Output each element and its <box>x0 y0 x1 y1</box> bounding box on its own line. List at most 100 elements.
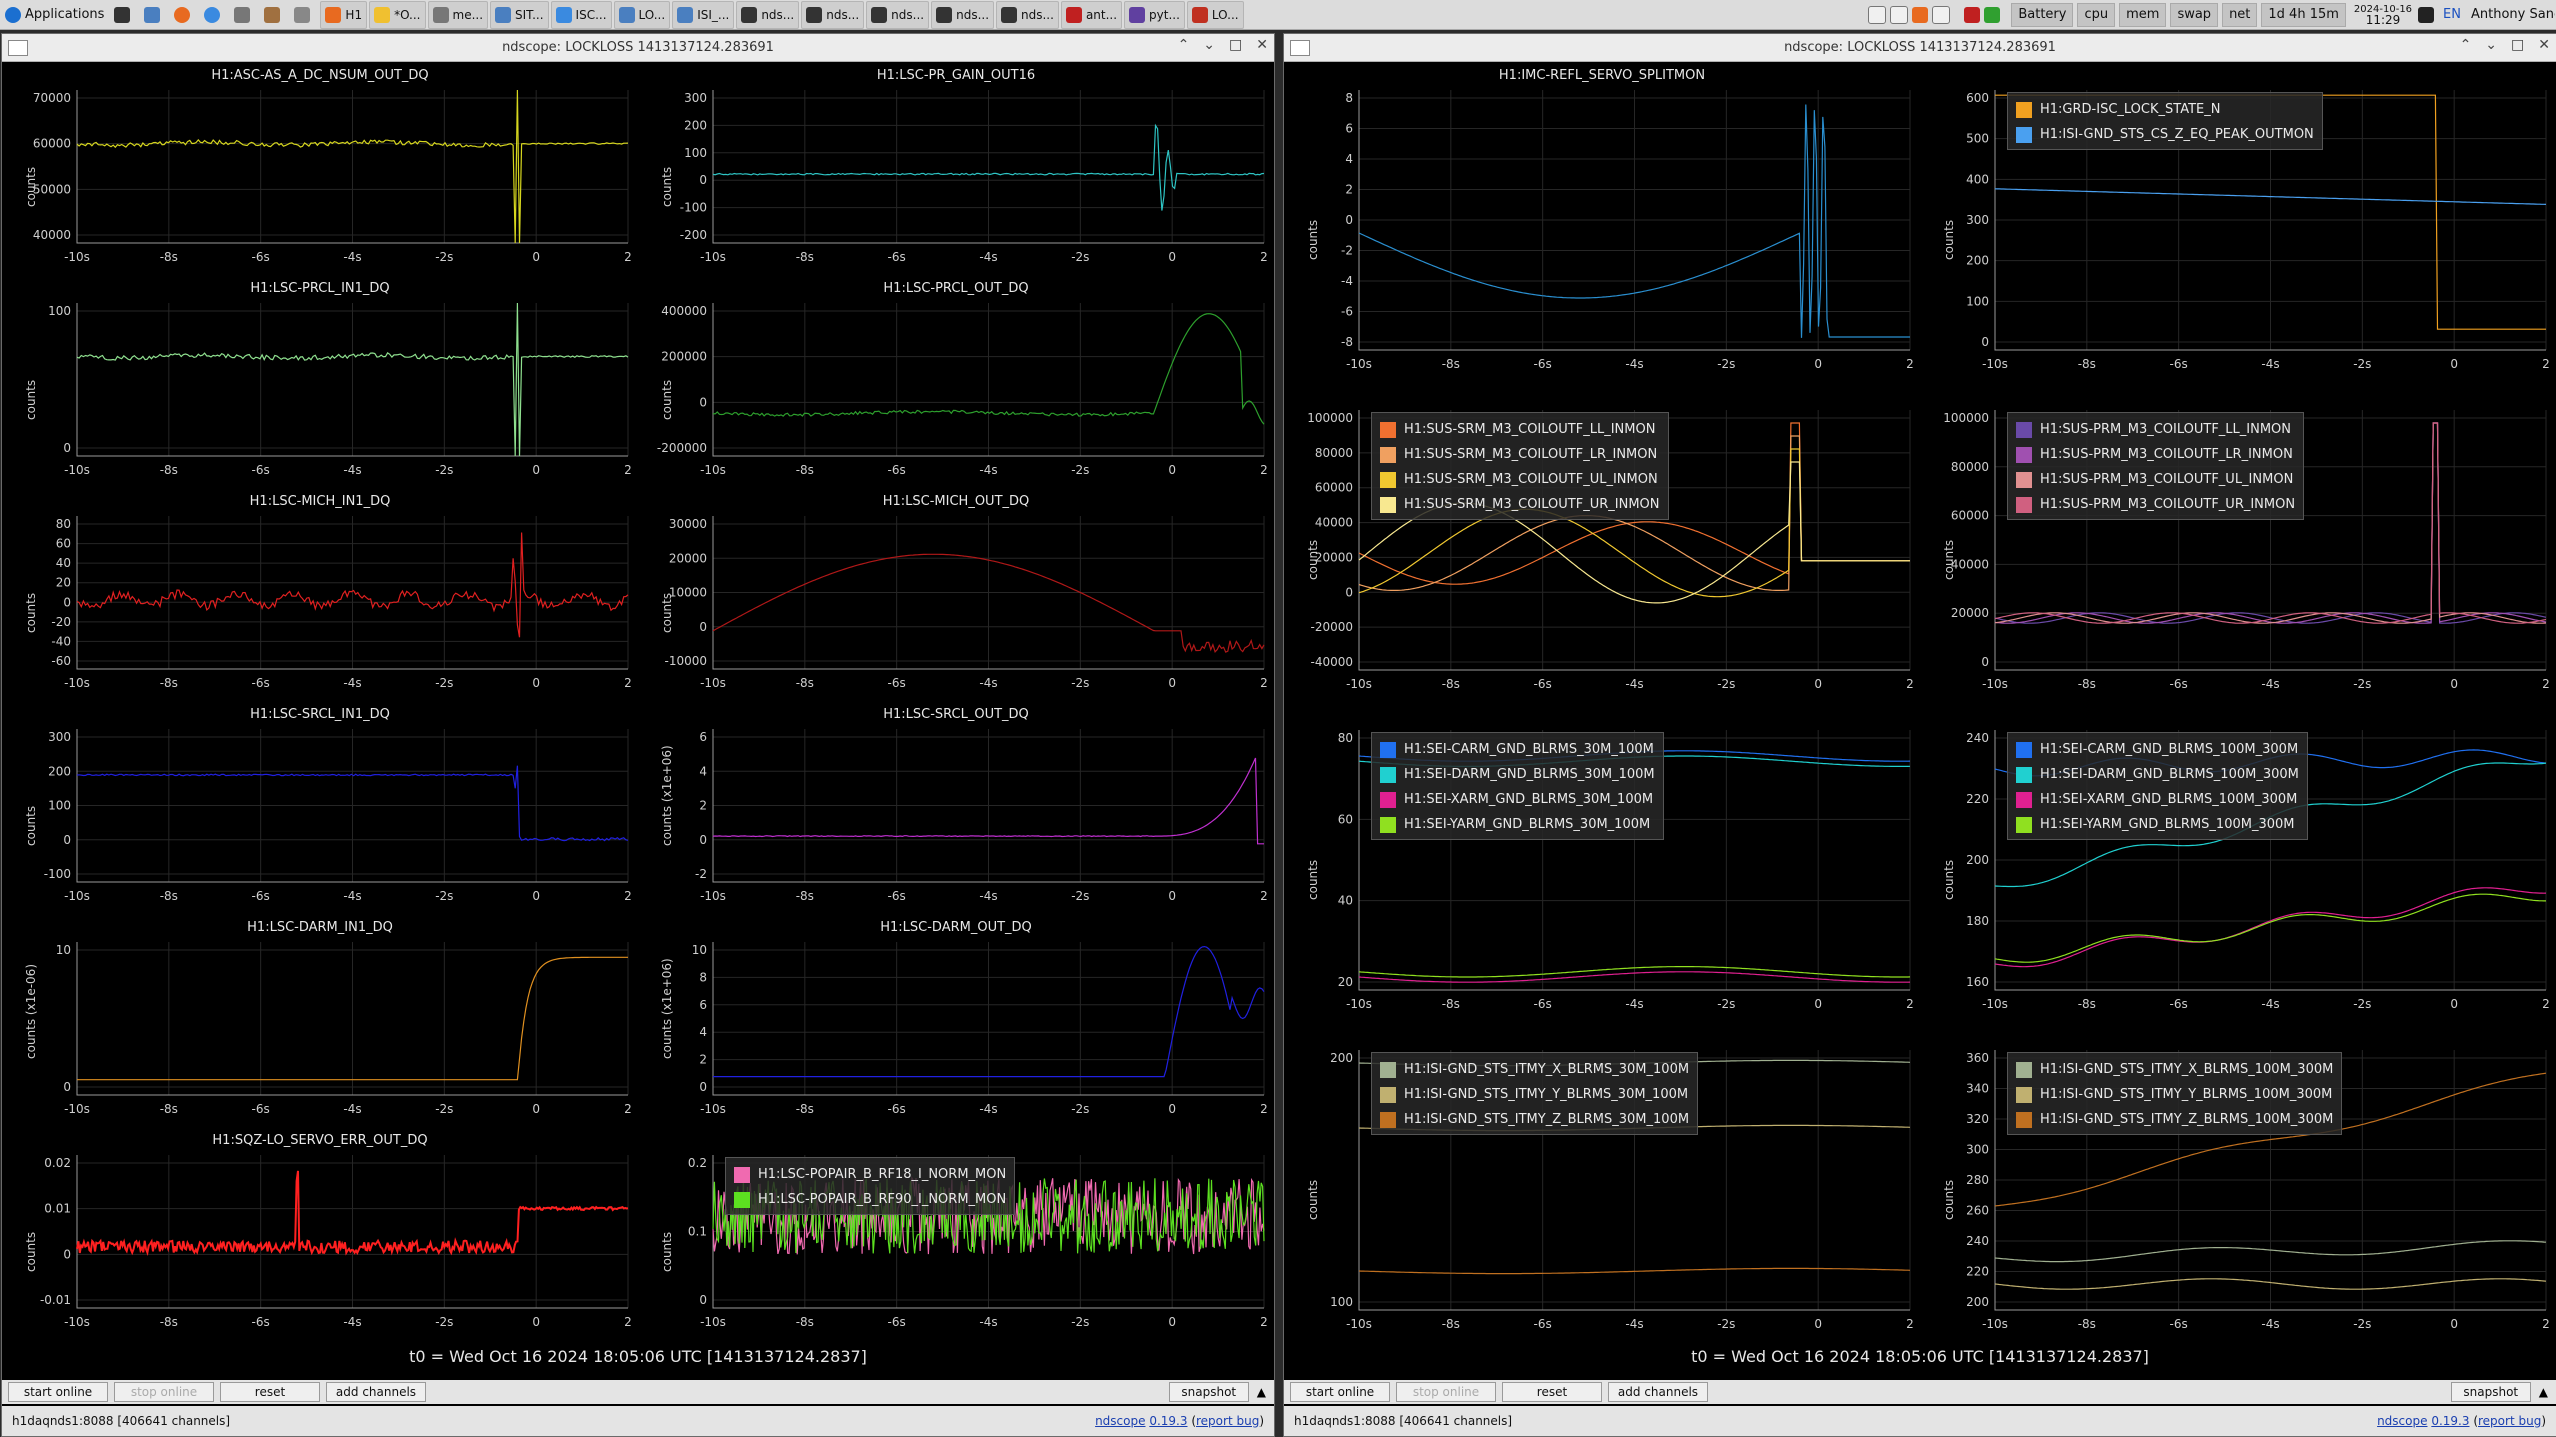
plot-panel[interactable]: counts -10s -8s -6s -4s -2s 0 2 360 340 320 300 280 2… <box>1920 1022 2556 1342</box>
launcher-terminal[interactable] <box>110 2 138 28</box>
ndscope-link[interactable]: ndscope <box>1095 1414 1145 1428</box>
close-icon[interactable]: ✕ <box>1256 37 1268 53</box>
clock[interactable]: 2024-10-16 11:29 <box>2348 4 2418 26</box>
plot-canvas[interactable]: -10s -8s -6s -4s -2s 0 2 400000 200000 0 -200000 <box>638 275 1274 488</box>
taskbar-window-button[interactable]: ISC... <box>550 0 612 29</box>
plot-canvas[interactable]: -10s -8s -6s -4s -2s 0 2 10 0 <box>2 914 638 1127</box>
add-channels-button[interactable]: add channels <box>1608 1382 1708 1402</box>
plot-canvas[interactable]: -10s -8s -6s -4s -2s 0 2 70000 60000 50000 40000 <box>2 62 638 275</box>
plot-panel[interactable]: H1:IMC-REFL_SERVO_SPLITMON counts -10s -8s -… <box>1284 62 1920 382</box>
taskbar-window-button[interactable]: pyt... <box>1124 0 1185 29</box>
ndscope-link[interactable]: ndscope <box>2377 1414 2427 1428</box>
plot-panel[interactable]: H1:LSC-MICH_OUT_DQ counts -10s -8s -6s -4s -2s… <box>638 488 1274 701</box>
add-channels-button[interactable]: add channels <box>326 1382 426 1402</box>
legend-entry[interactable]: H1:SUS-PRM_M3_COILOUTF_LR_INMON <box>2016 442 2295 467</box>
legend-entry[interactable]: H1:SEI-DARM_GND_BLRMS_30M_100M <box>1380 762 1655 787</box>
chevron-up-icon[interactable]: ⌃ <box>1178 37 1190 53</box>
mem-indicator[interactable]: mem <box>2119 2 2167 27</box>
taskbar-window-button[interactable]: nds... <box>736 0 800 29</box>
minimize-icon[interactable]: ⌄ <box>1203 37 1215 53</box>
plot-panel[interactable]: H1:LSC-SRCL_IN1_DQ counts -10s -8s -6s -4s -2s… <box>2 701 638 914</box>
taskbar-window-button[interactable]: H1 <box>320 0 368 29</box>
legend-entry[interactable]: H1:SEI-YARM_GND_BLRMS_30M_100M <box>1380 812 1655 837</box>
applications-menu[interactable]: Applications <box>1 2 108 28</box>
plot-panel[interactable]: H1:LSC-PRCL_OUT_DQ counts -10s -8s -6s -4s -2s… <box>638 275 1274 488</box>
version-link[interactable]: 0.19.3 <box>1149 1414 1187 1428</box>
legend-entry[interactable]: H1:ISI-GND_STS_CS_Z_EQ_PEAK_OUTMON <box>2016 122 2314 147</box>
plot-legend[interactable]: H1:LSC-POPAIR_B_RF18_I_NORM_MON H1:LSC-PO… <box>725 1157 1016 1215</box>
taskbar-window-button[interactable]: nds... <box>801 0 865 29</box>
taskbar-window-button[interactable]: nds... <box>996 0 1059 29</box>
legend-entry[interactable]: H1:SUS-PRM_M3_COILOUTF_LL_INMON <box>2016 417 2295 442</box>
plot-legend[interactable]: H1:SUS-SRM_M3_COILOUTF_LL_INMON H1:SUS-SR… <box>1371 412 1669 520</box>
window-titlebar[interactable]: ndscope: LOCKLOSS 1413137124.283691 ⌃ ⌄ … <box>2 34 1274 62</box>
start-online-button[interactable]: start online <box>8 1382 108 1402</box>
close-icon[interactable]: ✕ <box>2538 37 2550 53</box>
legend-entry[interactable]: H1:ISI-GND_STS_ITMY_Z_BLRMS_30M_100M <box>1380 1107 1689 1132</box>
report-bug-link[interactable]: report bug <box>1196 1414 1259 1428</box>
taskbar-window-button[interactable]: LO... <box>613 0 671 29</box>
legend-entry[interactable]: H1:GRD-ISC_LOCK_STATE_N <box>2016 97 2314 122</box>
taskbar-window-button[interactable]: *O... <box>369 0 426 29</box>
plot-canvas[interactable]: -10s -8s -6s -4s -2s 0 2 30000 20000 10000 0 -10000 <box>638 488 1274 701</box>
chevron-up-icon[interactable]: ⌃ <box>2460 37 2472 53</box>
version-link[interactable]: 0.19.3 <box>2431 1414 2469 1428</box>
swap-indicator[interactable]: swap <box>2170 2 2219 27</box>
legend-entry[interactable]: H1:SEI-DARM_GND_BLRMS_100M_300M <box>2016 762 2299 787</box>
plot-canvas[interactable]: -10s -8s -6s -4s -2s 0 2 10 8 6 4 2 0 <box>638 914 1274 1127</box>
cpu-indicator[interactable]: cpu <box>2077 2 2116 27</box>
legend-entry[interactable]: H1:ISI-GND_STS_ITMY_Y_BLRMS_30M_100M <box>1380 1082 1689 1107</box>
plot-panel[interactable]: counts -10s -8s -6s -4s -2s 0 2 100000 80000 60000… <box>1920 382 2556 702</box>
launcher-chrome[interactable] <box>200 2 228 28</box>
expand-up-icon[interactable]: ▲ <box>2539 1385 2548 1399</box>
reset-button[interactable]: reset <box>220 1382 320 1402</box>
legend-entry[interactable]: H1:SUS-SRM_M3_COILOUTF_UL_INMON <box>1380 467 1660 492</box>
plot-panel[interactable]: H1:LSC-PRCL_IN1_DQ counts -10s -8s -6s -4s -2s… <box>2 275 638 488</box>
plot-canvas[interactable]: -10s -8s -6s -4s -2s 0 2 100 0 <box>2 275 638 488</box>
plot-canvas[interactable]: -10s -8s -6s -4s -2s 0 2 80 60 40 20 0 -20 -40 -60 <box>2 488 638 701</box>
plot-canvas[interactable]: -10s -8s -6s -4s -2s 0 2 8 6 4 2 0 -2 -4 -6 -8 <box>1284 62 1920 382</box>
plot-canvas[interactable]: -10s -8s -6s -4s -2s 0 2 300 200 100 0 -100 -200 <box>638 62 1274 275</box>
legend-entry[interactable]: H1:LSC-POPAIR_B_RF18_I_NORM_MON <box>734 1162 1006 1187</box>
tray-apps[interactable] <box>1960 2 2008 28</box>
legend-entry[interactable]: H1:SEI-XARM_GND_BLRMS_30M_100M <box>1380 787 1655 812</box>
legend-entry[interactable]: H1:ISI-GND_STS_ITMY_Z_BLRMS_100M_300M <box>2016 1107 2333 1132</box>
reset-button[interactable]: reset <box>1502 1382 1602 1402</box>
power-icon[interactable] <box>2418 6 2435 23</box>
launcher-files[interactable] <box>140 2 168 28</box>
taskbar-window-button[interactable]: ant... <box>1060 0 1123 29</box>
report-bug-link[interactable]: report bug <box>2478 1414 2541 1428</box>
plot-panel[interactable]: counts -10s -8s -6s -4s -2s 0 2 0.2 0.1 0 H1:LSC-PO… <box>638 1127 1274 1340</box>
legend-entry[interactable]: H1:ISI-GND_STS_ITMY_X_BLRMS_100M_300M <box>2016 1057 2333 1082</box>
legend-entry[interactable]: H1:SEI-XARM_GND_BLRMS_100M_300M <box>2016 787 2299 812</box>
launcher-share[interactable] <box>230 2 258 28</box>
legend-entry[interactable]: H1:SEI-YARM_GND_BLRMS_100M_300M <box>2016 812 2299 837</box>
taskbar-window-button[interactable]: me... <box>427 0 489 29</box>
legend-entry[interactable]: H1:SEI-CARM_GND_BLRMS_100M_300M <box>2016 737 2299 762</box>
workspace-switcher[interactable] <box>1864 2 1958 28</box>
plot-panel[interactable]: H1:LSC-DARM_OUT_DQ counts (x1e+06) -10s -8s… <box>638 914 1274 1127</box>
battery-indicator[interactable]: Battery <box>2011 2 2074 27</box>
stop-online-button[interactable]: stop online <box>1396 1382 1496 1402</box>
taskbar-window-button[interactable]: nds... <box>931 0 995 29</box>
start-online-button[interactable]: start online <box>1290 1382 1390 1402</box>
taskbar-window-button[interactable]: ISI_... <box>672 0 735 29</box>
legend-entry[interactable]: H1:SUS-PRM_M3_COILOUTF_UR_INMON <box>2016 492 2295 517</box>
plot-legend[interactable]: H1:SEI-CARM_GND_BLRMS_100M_300M H1:SEI-DA… <box>2007 732 2308 840</box>
taskbar-window-button[interactable]: LO... <box>1186 0 1244 29</box>
plot-panel[interactable]: counts -10s -8s -6s -4s -2s 0 2 200 100 H1:ISI-GND… <box>1284 1022 1920 1342</box>
maximize-icon[interactable]: □ <box>1229 37 1242 53</box>
launcher-tools[interactable] <box>260 2 288 28</box>
plot-panel[interactable]: H1:ASC-AS_A_DC_NSUM_OUT_DQ counts -10s -8s -… <box>2 62 638 275</box>
legend-entry[interactable]: H1:SUS-SRM_M3_COILOUTF_UR_INMON <box>1380 492 1660 517</box>
user-name[interactable]: Anthony Sanchez <box>2467 2 2555 28</box>
plot-canvas[interactable]: -10s -8s -6s -4s -2s 0 2 300 200 100 0 -100 <box>2 701 638 914</box>
plot-panel[interactable]: counts -10s -8s -6s -4s -2s 0 2 600 500 400 300 200 1… <box>1920 62 2556 382</box>
launcher-firefox[interactable] <box>170 2 198 28</box>
plot-legend[interactable]: H1:SEI-CARM_GND_BLRMS_30M_100M H1:SEI-DAR… <box>1371 732 1664 840</box>
plot-panel[interactable]: H1:LSC-DARM_IN1_DQ counts (x1e-06) -10s -8s… <box>2 914 638 1127</box>
plot-panel[interactable]: H1:LSC-PR_GAIN_OUT16 counts -10s -8s -6s -4s -… <box>638 62 1274 275</box>
plot-panel[interactable]: counts -10s -8s -6s -4s -2s 0 2 80 60 40 20 H1:SEI-C… <box>1284 702 1920 1022</box>
minimize-icon[interactable]: ⌄ <box>2485 37 2497 53</box>
maximize-icon[interactable]: □ <box>2511 37 2524 53</box>
